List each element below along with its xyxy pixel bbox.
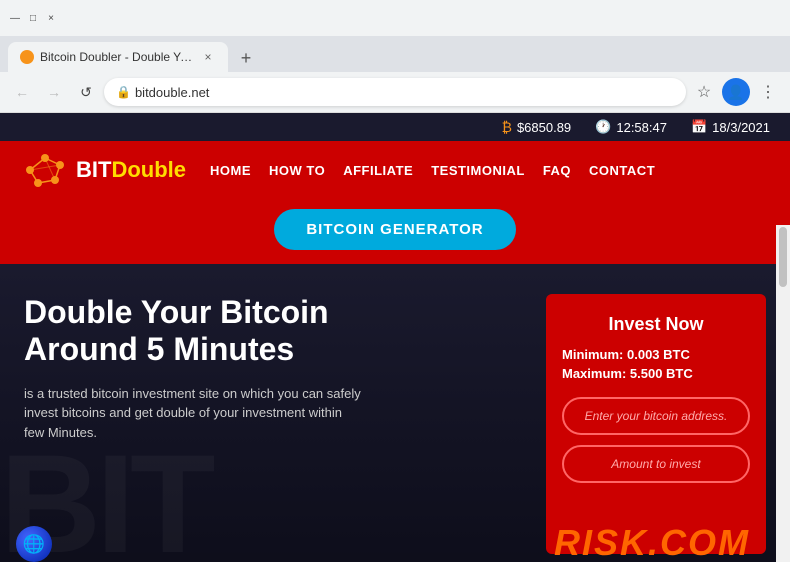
hero-title: Double Your Bitcoin Around 5 Minutes (24, 294, 526, 368)
time-text: 12:58:47 (616, 120, 667, 135)
browser-chrome: — □ × Bitcoin Doubler - Double Your Bi..… (0, 0, 790, 113)
nav-how-to[interactable]: HOW TO (269, 163, 325, 178)
generator-button-container: BITCOIN GENERATOR (0, 199, 790, 264)
logo-svg-icon (20, 150, 70, 190)
nav-links: HOME HOW TO AFFILIATE TESTIMONIAL FAQ CO… (210, 163, 770, 178)
url-bar[interactable]: 🔒 bitdouble.net (104, 78, 686, 106)
bookmark-button[interactable]: ☆ (690, 78, 718, 106)
maximum-btc-text: Maximum: 5.500 BTC (562, 366, 750, 381)
bitcoin-address-input[interactable] (562, 397, 750, 435)
nav-home[interactable]: HOME (210, 163, 251, 178)
window-controls: — □ × (8, 11, 58, 25)
avatar-icon: 👤 (727, 84, 744, 101)
new-tab-button[interactable]: + (232, 44, 260, 72)
bitcoin-generator-button[interactable]: BITCOIN GENERATOR (274, 209, 515, 250)
url-text: bitdouble.net (135, 85, 209, 100)
tab-bar: Bitcoin Doubler - Double Your Bi... × + (0, 36, 790, 72)
calendar-icon: 📅 (691, 119, 707, 135)
date-text: 18/3/2021 (712, 120, 770, 135)
bitcoin-price-icon: ₿ (502, 119, 512, 135)
logo-double: Double (111, 157, 186, 182)
tab-title-text: Bitcoin Doubler - Double Your Bi... (40, 50, 194, 64)
bitcoin-price-item: ₿ $6850.89 (502, 119, 572, 135)
back-button[interactable]: ← (8, 78, 36, 106)
active-tab[interactable]: Bitcoin Doubler - Double Your Bi... × (8, 42, 228, 72)
minimum-btc-text: Minimum: 0.003 BTC (562, 347, 750, 362)
logo-bit: BIT (76, 157, 111, 182)
date-item: 📅 18/3/2021 (691, 119, 770, 135)
profile-avatar-button[interactable]: 👤 (722, 78, 750, 106)
invest-now-title: Invest Now (562, 314, 750, 335)
reload-button[interactable]: ↺ (72, 78, 100, 106)
lock-icon: 🔒 (116, 85, 131, 99)
minimize-button[interactable]: — (8, 11, 22, 25)
tab-close-button[interactable]: × (200, 49, 216, 65)
website-content: ₿ $6850.89 🕐 12:58:47 📅 18/3/2021 (0, 113, 790, 562)
nav-affiliate[interactable]: AFFILIATE (343, 163, 413, 178)
invest-card: Invest Now Minimum: 0.003 BTC Maximum: 5… (546, 294, 766, 554)
amount-to-invest-input[interactable] (562, 445, 750, 483)
nav-contact[interactable]: CONTACT (589, 163, 655, 178)
top-info-bar: ₿ $6850.89 🕐 12:58:47 📅 18/3/2021 (0, 113, 790, 141)
nav-testimonial[interactable]: TESTIMONIAL (431, 163, 525, 178)
tab-favicon-icon (20, 50, 34, 64)
address-bar: ← → ↺ 🔒 bitdouble.net ☆ 👤 ⋮ (0, 72, 790, 112)
scrollbar-thumb[interactable] (779, 227, 787, 287)
close-window-button[interactable]: × (44, 11, 58, 25)
logo-text: BITDouble (76, 157, 186, 183)
watermark-label: RISK.COM (554, 522, 750, 562)
navbar: BITDouble HOME HOW TO AFFILIATE TESTIMON… (0, 141, 790, 199)
globe-icon: 🌐 (16, 526, 52, 562)
chrome-menu-button[interactable]: ⋮ (754, 78, 782, 106)
title-bar: — □ × (0, 0, 790, 36)
watermark-text: RISK.COM (554, 522, 750, 562)
logo-area: BITDouble (20, 150, 186, 190)
bitcoin-price-text: $6850.89 (517, 120, 571, 135)
scrollbar[interactable] (776, 225, 790, 562)
forward-button[interactable]: → (40, 78, 68, 106)
main-content: Double Your Bitcoin Around 5 Minutes is … (0, 264, 790, 562)
maximize-button[interactable]: □ (26, 11, 40, 25)
nav-faq[interactable]: FAQ (543, 163, 571, 178)
time-item: 🕐 12:58:47 (595, 119, 667, 135)
clock-icon: 🕐 (595, 119, 611, 135)
